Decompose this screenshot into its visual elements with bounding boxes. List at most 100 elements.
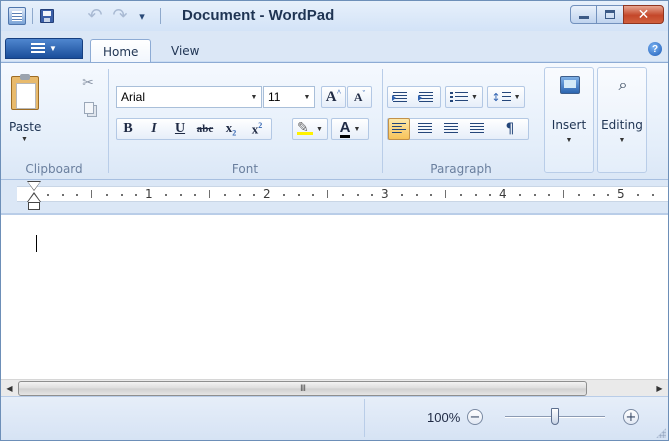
ruler-half-tick: [209, 190, 210, 198]
close-button[interactable]: ✕: [623, 5, 664, 24]
bold-button[interactable]: B: [117, 118, 139, 140]
minimize-icon: [578, 16, 589, 19]
align-center-button[interactable]: [414, 118, 436, 140]
ruler-dot: [459, 194, 462, 196]
picture-icon: [560, 76, 580, 94]
ruler-dot: [238, 194, 241, 196]
save-icon: [40, 9, 54, 23]
ruler-number: 3: [381, 187, 389, 201]
chevron-down-icon: ▼: [565, 137, 573, 144]
ruler-half-tick: [445, 190, 446, 198]
ruler-dot: [415, 194, 418, 196]
decrease-indent-button[interactable]: [389, 86, 411, 108]
font-size-value: 11: [268, 90, 281, 104]
ribbon: Paste ▼ ✂ Clipboard Arial ▼ 11 ▼ A^ Aˇ B…: [1, 62, 668, 180]
scrollbar-thumb[interactable]: III: [18, 381, 587, 396]
tab-label: View: [171, 43, 200, 58]
italic-button[interactable]: I: [143, 118, 165, 140]
highlight-color-button[interactable]: ✎ ▼: [292, 118, 328, 140]
ruler-dot: [548, 194, 551, 196]
window-controls: ✕: [570, 5, 664, 24]
ruler-dot: [518, 194, 521, 196]
align-right-button[interactable]: [440, 118, 462, 140]
zoom-level: 100%: [427, 410, 461, 425]
redo-button[interactable]: ↷: [110, 6, 130, 26]
chevron-down-icon: ▼: [49, 44, 57, 53]
ruler-number: 5: [617, 187, 625, 201]
scroll-right-button[interactable]: ▶: [651, 380, 668, 397]
chevron-down-icon: ▼: [21, 136, 28, 143]
insert-button[interactable]: Insert ▼: [544, 67, 594, 173]
editing-button[interactable]: ⌕ Editing ▼: [597, 67, 647, 173]
zoom-in-button[interactable]: +: [623, 409, 639, 425]
copy-button[interactable]: [80, 99, 98, 117]
group-label-clipboard: Clipboard: [25, 162, 83, 176]
strikethrough-icon: abc: [196, 123, 214, 135]
decrease-indent-icon: [392, 91, 407, 103]
strikethrough-button[interactable]: abc: [193, 118, 217, 140]
text-color-button[interactable]: A ▼: [331, 118, 369, 140]
ruler-number: 4: [499, 187, 507, 201]
undo-icon: ↶: [87, 5, 103, 26]
line-spacing-button[interactable]: ↕ ▼: [487, 86, 525, 108]
font-size-combo[interactable]: 11 ▼: [263, 86, 315, 108]
paste-label: Paste: [9, 120, 42, 134]
status-bar: 100% − +: [1, 396, 668, 440]
chevron-down-icon: ▼: [303, 93, 311, 101]
scroll-left-button[interactable]: ◀: [1, 380, 18, 397]
tab-home[interactable]: Home: [90, 39, 152, 63]
list-button[interactable]: ▼: [445, 86, 483, 108]
highlighter-icon: ✎: [297, 121, 314, 135]
wordpad-icon[interactable]: [8, 7, 26, 25]
subscript-button[interactable]: x2: [219, 118, 243, 140]
ruler-dot: [282, 194, 285, 196]
cut-button[interactable]: ✂: [79, 74, 97, 92]
app-menu-button[interactable]: ▼: [5, 38, 83, 59]
help-button[interactable]: ?: [648, 42, 662, 56]
group-label-paragraph: Paragraph: [430, 162, 492, 176]
ruler-half-tick: [563, 190, 564, 198]
text-caret: [36, 235, 37, 252]
help-icon: ?: [651, 43, 659, 55]
grow-font-button[interactable]: A^: [321, 86, 346, 108]
ruler-dot: [120, 194, 123, 196]
save-button[interactable]: [37, 6, 57, 26]
document-area[interactable]: [1, 214, 668, 379]
align-left-button[interactable]: [388, 118, 410, 140]
tab-label: Home: [103, 44, 139, 59]
undo-button[interactable]: ↶: [85, 6, 105, 26]
indent-marker[interactable]: [27, 181, 41, 210]
underline-button[interactable]: U: [169, 118, 191, 140]
resize-grip[interactable]: [656, 428, 666, 438]
subscript-icon: x2: [225, 120, 237, 138]
horizontal-scrollbar[interactable]: ◀ III ▶: [1, 379, 668, 396]
ruler-dot: [474, 194, 477, 196]
ruler[interactable]: 1 2 3 4 5: [17, 186, 668, 202]
ruler-dot: [533, 194, 536, 196]
ruler-bar: 1 2 3 4 5: [1, 180, 668, 214]
zoom-slider-thumb[interactable]: [551, 408, 559, 425]
maximize-icon: [605, 10, 615, 19]
ruler-dot: [46, 194, 49, 196]
ruler-dot: [179, 194, 182, 196]
justify-button[interactable]: [466, 118, 488, 140]
chevron-down-icon: ▼: [618, 137, 626, 144]
font-family-combo[interactable]: Arial ▼: [116, 86, 262, 108]
maximize-button[interactable]: [597, 5, 623, 24]
customize-qat-button[interactable]: ▾: [132, 6, 152, 26]
paragraph-dialog-button[interactable]: ¶: [499, 118, 521, 140]
ruler-dot: [400, 194, 403, 196]
shrink-font-icon: Aˇ: [353, 89, 366, 104]
title-bar[interactable]: ↶ ↷ ▾ Document - WordPad ✕: [1, 1, 668, 31]
shrink-font-button[interactable]: Aˇ: [347, 86, 372, 108]
ruler-number: 2: [263, 187, 271, 201]
tab-view[interactable]: View: [159, 39, 211, 62]
increase-indent-button[interactable]: [415, 86, 437, 108]
superscript-button[interactable]: x2: [245, 118, 269, 140]
ruler-dot: [636, 194, 639, 196]
minimize-button[interactable]: [570, 5, 597, 24]
ruler-dot: [430, 194, 433, 196]
paste-button[interactable]: Paste ▼: [5, 72, 65, 152]
zoom-out-button[interactable]: −: [467, 409, 483, 425]
align-right-icon: [444, 123, 458, 135]
